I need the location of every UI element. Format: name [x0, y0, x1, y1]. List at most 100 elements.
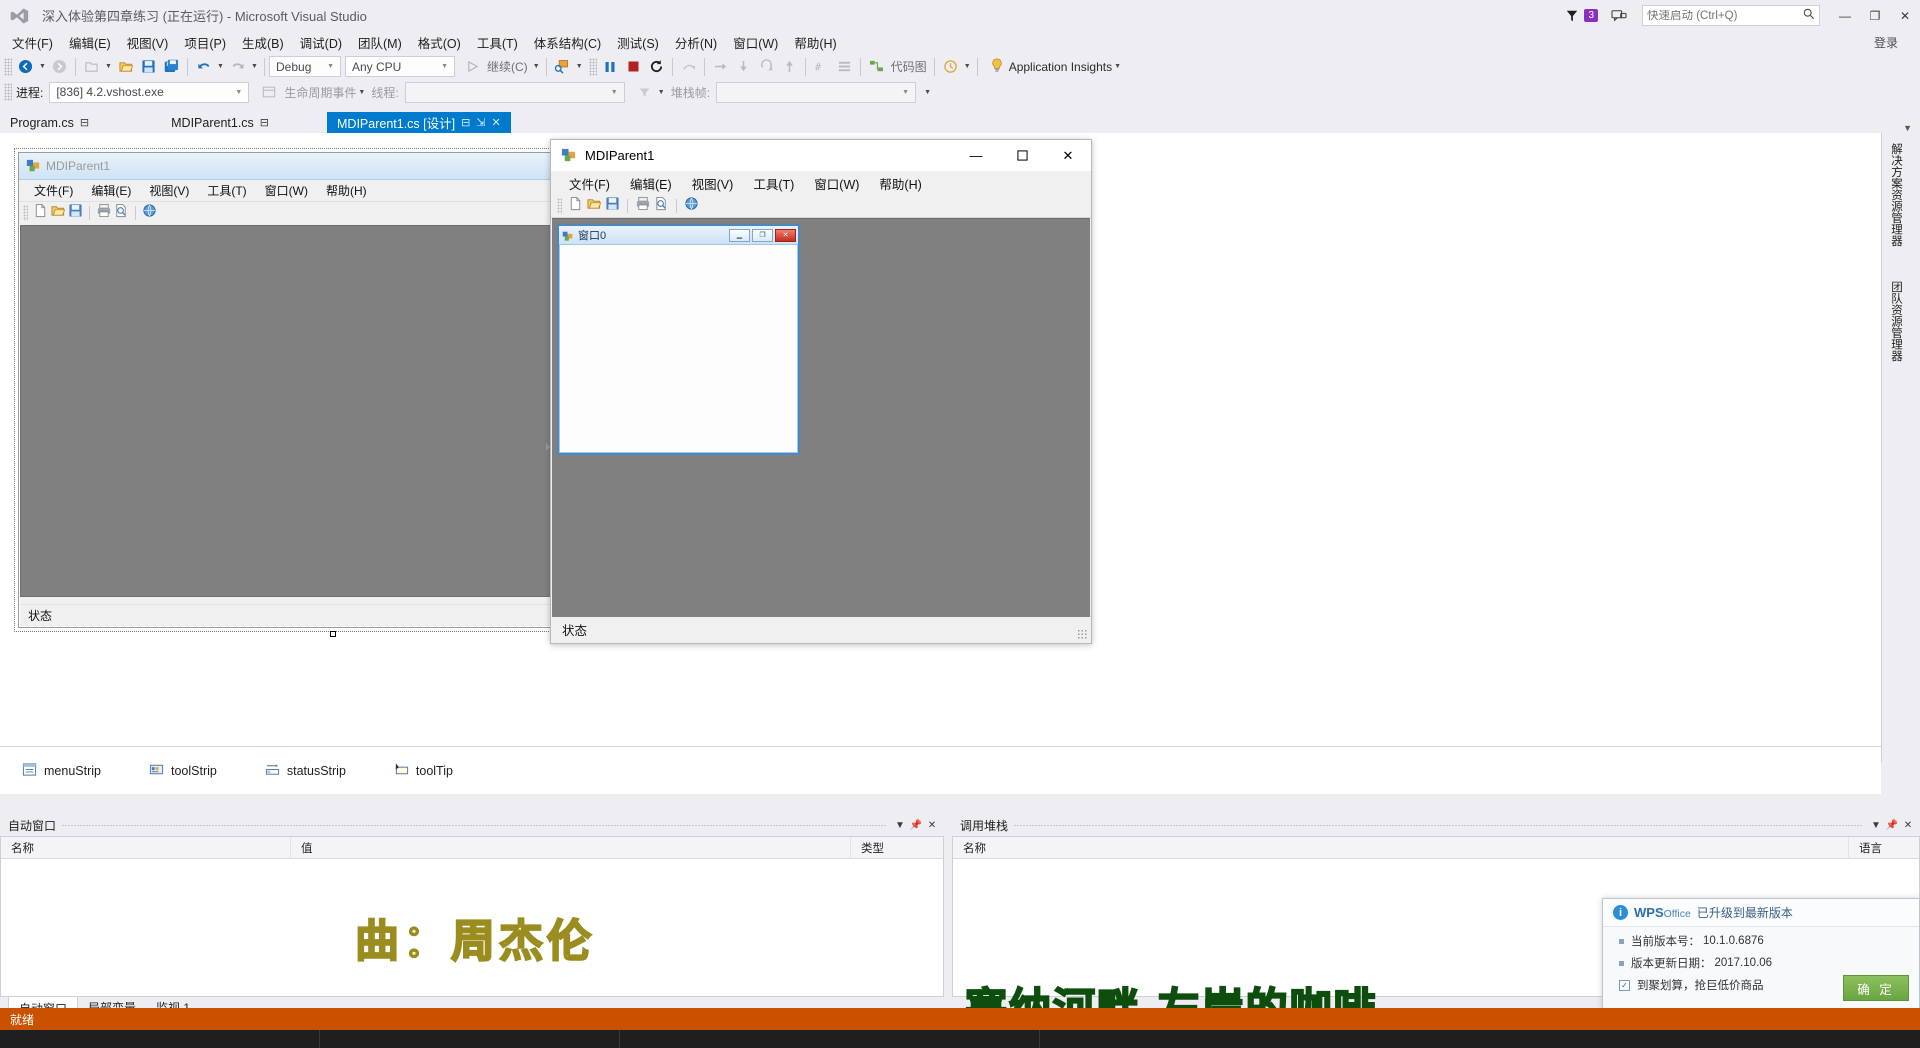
menu-analyze[interactable]: 分析(N)	[667, 30, 725, 55]
app-menu-edit[interactable]: 编辑(E)	[620, 171, 682, 196]
close-tab-icon[interactable]: ✕	[492, 116, 501, 129]
open-file-button[interactable]	[114, 56, 137, 78]
thread-combo[interactable]: ▼	[404, 81, 625, 103]
autos-panel-menu-icon[interactable]: ▼	[892, 817, 908, 835]
call-stack-panel-close-icon[interactable]: ✕	[1900, 817, 1916, 835]
menu-debug[interactable]: 调试(D)	[292, 30, 350, 55]
maximize-button[interactable]: ❐	[1860, 0, 1890, 31]
menu-edit[interactable]: 编辑(E)	[61, 30, 119, 55]
process-combo[interactable]: [836] 4.2.vshost.exe ▼	[49, 81, 250, 103]
pin-icon[interactable]: ⊟	[461, 116, 470, 129]
solution-platform-combo[interactable]: Any CPU ▼	[345, 56, 455, 77]
quick-launch-box[interactable]	[1642, 5, 1820, 26]
pin-icon[interactable]: ⊟	[80, 116, 89, 129]
taskbar-segment-1[interactable]	[0, 1030, 320, 1048]
designer-menu-tools[interactable]: 工具(T)	[198, 180, 255, 201]
threads-button[interactable]	[833, 56, 856, 78]
redo-button[interactable]	[226, 56, 249, 78]
taskbar-segment-2[interactable]	[320, 1030, 620, 1048]
mdi-child-maximize-button[interactable]: ❐	[752, 228, 773, 242]
open-folder-icon[interactable]	[50, 203, 66, 223]
hex-display-button[interactable]: #	[810, 56, 833, 78]
quick-launch-input[interactable]	[1647, 9, 1803, 22]
dock-tab-team-explorer[interactable]: 团队资源管理器	[1888, 281, 1904, 362]
panel-drag-dots[interactable]	[62, 825, 886, 826]
menu-format[interactable]: 格式(O)	[410, 30, 469, 55]
running-app-window-mdiparent1[interactable]: MDIParent1 — ✕ 文件(F) 编辑(E) 视图(V) 工具(T) 窗…	[550, 139, 1092, 644]
app-close-button[interactable]: ✕	[1045, 140, 1091, 171]
horizontal-splitter[interactable]	[0, 806, 1920, 810]
wps-confirm-button[interactable]: 确 定	[1843, 975, 1909, 1001]
app-insights-dropdown[interactable]: ▼	[1112, 56, 1123, 78]
menu-file[interactable]: 文件(F)	[4, 30, 61, 55]
dock-tab-solution-explorer[interactable]: 解决方案资源管理器	[1888, 143, 1904, 247]
intellitrace-dropdown[interactable]: ▼	[962, 56, 973, 78]
resize-handle-bottom[interactable]	[330, 631, 336, 637]
step-out-button[interactable]	[755, 56, 778, 78]
notification-badge[interactable]: 3	[1584, 9, 1598, 22]
lifecycle-events-label[interactable]: 生命周期事件	[284, 84, 356, 101]
autos-col-value[interactable]: 值	[291, 836, 851, 859]
solution-config-combo[interactable]: Debug ▼	[269, 56, 341, 77]
app-print-preview-icon[interactable]	[654, 196, 669, 216]
intellitrace-icon[interactable]	[939, 56, 962, 78]
app-minimize-button[interactable]: —	[953, 140, 999, 171]
mdi-child-window[interactable]: 窗口0 ▁ ❐ ✕	[557, 224, 800, 455]
pin-tab-icon[interactable]: ⇲	[476, 116, 485, 129]
continue-dropdown[interactable]: ▼	[531, 56, 542, 78]
new-project-button[interactable]	[80, 56, 103, 78]
feedback-comment-icon[interactable]	[1606, 5, 1632, 27]
help-globe-icon[interactable]	[142, 203, 158, 224]
minimize-button[interactable]: —	[1830, 0, 1860, 31]
designer-menu-window[interactable]: 窗口(W)	[256, 180, 317, 201]
save-all-button[interactable]	[160, 56, 183, 78]
app-maximize-button[interactable]	[999, 140, 1045, 171]
mdi-child-minimize-button[interactable]: ▁	[729, 228, 750, 242]
save-icon[interactable]	[68, 203, 83, 223]
menu-project[interactable]: 项目(P)	[176, 30, 234, 55]
app-menu-view[interactable]: 视图(V)	[682, 171, 744, 196]
break-all-button[interactable]	[599, 56, 622, 78]
toolbar-grip[interactable]	[4, 57, 12, 76]
menu-test[interactable]: 测试(S)	[609, 30, 667, 55]
app-menu-file[interactable]: 文件(F)	[559, 171, 620, 196]
app-tool-strip[interactable]	[551, 195, 1091, 218]
lifecycle-dropdown[interactable]: ▼	[356, 81, 367, 103]
attach-dropdown[interactable]: ▼	[574, 56, 585, 78]
wps-office-update-popup[interactable]: i WPSOffice 已升级到最新版本 当前版本号： 10.1.0.6876 …	[1602, 898, 1920, 1010]
autos-col-name[interactable]: 名称	[1, 836, 291, 859]
menu-window[interactable]: 窗口(W)	[725, 30, 786, 55]
new-document-icon[interactable]	[33, 203, 48, 223]
call-stack-panel-menu-icon[interactable]: ▼	[1868, 817, 1884, 835]
continue-label[interactable]: 继续(C)	[484, 58, 531, 75]
designer-menu-edit[interactable]: 编辑(E)	[82, 180, 140, 201]
menu-build[interactable]: 生成(B)	[234, 30, 292, 55]
tab-program-cs[interactable]: Program.cs ⊟	[0, 112, 99, 133]
menu-team[interactable]: 团队(M)	[350, 30, 410, 55]
call-stack-col-language[interactable]: 语言	[1849, 837, 1919, 859]
flag-filter-icon[interactable]	[633, 81, 656, 103]
stop-debugging-button[interactable]	[622, 56, 645, 78]
app-menu-tools[interactable]: 工具(T)	[743, 171, 804, 196]
autos-panel-pin-icon[interactable]: 📌	[908, 817, 924, 835]
pin-icon[interactable]: ⊟	[260, 116, 269, 129]
tray-item-tooltip[interactable]: toolTip	[394, 762, 453, 780]
print-icon[interactable]	[96, 203, 112, 223]
app-help-globe-icon[interactable]	[684, 196, 700, 217]
navigate-backward-dropdown[interactable]: ▼	[37, 56, 48, 78]
lifecycle-events-icon[interactable]	[257, 81, 280, 103]
menu-architecture[interactable]: 体系结构(C)	[526, 30, 609, 55]
print-preview-icon[interactable]	[114, 203, 129, 223]
code-map-label[interactable]: 代码图	[888, 58, 930, 75]
show-next-statement-button[interactable]	[677, 56, 700, 78]
navigate-backward-button[interactable]	[14, 56, 37, 78]
app-menu-strip[interactable]: 文件(F) 编辑(E) 视图(V) 工具(T) 窗口(W) 帮助(H)	[551, 171, 1091, 195]
tab-overflow-chevron-icon[interactable]: ▼	[1903, 123, 1920, 133]
undo-dropdown[interactable]: ▼	[215, 56, 226, 78]
feedback-flag-icon[interactable]	[1561, 5, 1583, 27]
redo-dropdown[interactable]: ▼	[249, 56, 260, 78]
app-new-document-icon[interactable]	[568, 196, 583, 216]
close-button[interactable]: ✕	[1890, 0, 1920, 31]
app-open-folder-icon[interactable]	[586, 196, 602, 216]
flag-filter-dropdown[interactable]: ▼	[656, 81, 667, 103]
